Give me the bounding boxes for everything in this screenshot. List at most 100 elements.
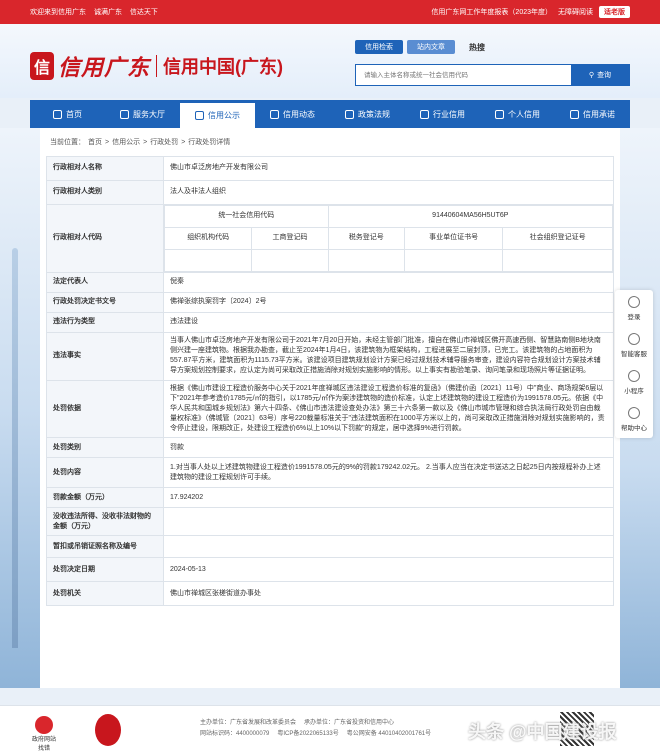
home-icon [53,109,62,119]
footer-sponsor: 主办单位：广东省发展和改革委员会 [200,720,297,726]
field-label: 处罚机关 [46,581,164,607]
breadcrumb-credit-publicity[interactable]: 信用公示 [112,137,140,147]
float-smart-service-label: 智能客服 [621,351,647,358]
background-photo-left [0,128,40,688]
violation-type: 违法建设 [163,312,614,333]
float-help-center[interactable]: 帮助中心 [621,407,647,432]
gov-site-error-link[interactable]: 政府网站 找错 [32,716,56,752]
legal-representative: 倪秦 [163,272,614,293]
nav-credit-commitment-label: 信用承诺 [583,109,615,119]
breadcrumb: 当前位置： 首页 > 信用公示 > 行政处罚 > 行政处罚详情 [46,128,614,156]
top-bar-right: 信用广东网工作年度报表（2023年度） 无障碍阅读 适老版 [431,6,630,18]
nav-personal-credit-label: 个人信用 [508,109,540,119]
footer-icp[interactable]: 粤ICP备2022065133号 [277,729,338,740]
nav-credit-commitment[interactable]: 信用承诺 [555,100,630,128]
float-mini-program[interactable]: 小程序 [624,370,644,395]
search-button[interactable]: ⚲ 查询 [571,65,629,85]
annual-report-link[interactable]: 信用广东网工作年度报表（2023年度） [431,7,552,17]
float-login-label: 登录 [627,314,641,321]
top-bar-left: 欢迎来到信用广东 诚满广东 信达天下 [30,7,164,17]
nav-policy-label: 政策法规 [358,109,390,119]
top-link-1[interactable]: 诚满广东 [94,9,122,16]
tab-site-articles[interactable]: 站内文章 [407,40,455,54]
logo-text-main: 信用广东 [58,55,151,81]
elderly-mode-button[interactable]: 适老版 [599,6,630,18]
header: 信 信用广东 信用中国(广东) [0,24,660,98]
breadcrumb-prefix: 当前位置： [50,139,85,146]
nav-policy[interactable]: 政策法规 [330,100,405,128]
float-login[interactable]: 登录 [628,296,641,321]
search-input[interactable] [356,65,571,85]
table-row: 暂扣或吊销证照名称及编号 [46,535,614,559]
policy-icon [345,109,354,119]
hot-search-label[interactable]: 热搜 [459,40,495,54]
table-row: 违法行为类型 违法建设 [46,312,614,333]
decision-date: 2024-05-13 [163,557,614,583]
site-logo[interactable]: 信 信用广东 信用中国(广东) [30,50,283,82]
help-icon [628,407,640,419]
code-header: 税务登记号 [327,227,405,250]
code-subtable: 统一社会信用代码 91440604MA56H5UT6P 组织机构代码 工商登记码… [163,205,614,272]
subject-type: 法人及非法人组织 [163,180,614,205]
table-row: 罚款金额（万元） 17.924202 [46,487,614,509]
field-label: 处罚依据 [46,379,164,439]
top-bar: 欢迎来到信用广东 诚满广东 信达天下 信用广东网工作年度报表（2023年度） 无… [0,0,660,24]
accessibility-link[interactable]: 无障碍阅读 [558,7,593,17]
table-row: 处罚决定日期 2024-05-13 [46,557,614,583]
code-value [502,249,613,272]
search-button-label: 查询 [597,72,612,79]
mini-program-icon [628,370,640,382]
nav-home-label: 首页 [66,109,82,119]
nav-home[interactable]: 首页 [30,100,105,128]
field-label: 违法行为类型 [46,312,164,333]
breadcrumb-sep: > [143,138,148,146]
penalty-authority: 佛山市禅城区张槎街道办事处 [163,581,614,607]
license-info [163,535,614,559]
gov-site-icon [35,716,53,734]
logo-mark-icon: 信 [30,52,54,80]
penalty-basis: 根据《佛山市建设工程造价服务中心关于2021年度禅城区违法建设工程造价标准的复函… [163,379,614,439]
logo-text-secondary: 信用中国(广东) [163,57,284,77]
footer-police[interactable]: 粤公网安备 44010402001761号 [347,729,431,740]
user-icon [495,109,504,119]
gov-site-sub: 找错 [38,746,51,752]
field-label: 处罚决定日期 [46,557,164,583]
fine-amount: 17.924202 [163,487,614,509]
table-row: 行政相对人代码 统一社会信用代码 91440604MA56H5UT6P 组织机构… [46,204,614,273]
party-org-emblem-icon[interactable] [95,714,121,746]
field-label: 处罚类别 [46,437,164,459]
float-help-center-label: 帮助中心 [621,425,647,432]
code-header: 社会组织登记证号 [502,227,613,250]
nav-credit-publicity[interactable]: 信用公示 [180,100,255,128]
code-value [251,249,329,272]
table-row: 行政处罚决定书文号 佛禅张综执案罚字〔2024〕2号 [46,292,614,313]
code-value [163,249,253,272]
table-row: 处罚类别 罚款 [46,437,614,459]
field-label: 法定代表人 [46,272,164,293]
search-bar: ⚲ 查询 [355,64,630,86]
penalty-content: 1.对当事人处以上述建筑物建设工程造价1991578.05元的9%的罚款1792… [163,457,614,489]
nav-credit-news[interactable]: 信用动态 [255,100,330,128]
table-row: 处罚机关 佛山市禅城区张槎街道办事处 [46,581,614,607]
breadcrumb-admin-penalty[interactable]: 行政处罚 [150,137,178,147]
field-label: 行政处罚决定书文号 [46,292,164,313]
nav-service-hall[interactable]: 服务大厅 [105,100,180,128]
table-row: 没收违法所得、没收非法财物的金额（万元） [46,507,614,537]
table-row: 行政相对人名称 佛山市卓泛房地产开发有限公司 [46,156,614,181]
floating-toolbar: 登录 智能客服 小程序 帮助中心 [615,290,653,438]
uscc-label: 统一社会信用代码 [164,205,329,228]
top-link-2[interactable]: 信达天下 [130,9,158,16]
tab-credit-search[interactable]: 信用检索 [355,40,403,54]
footer-operator: 承办单位：广东省投资和信用中心 [304,720,395,726]
gov-site-label: 政府网站 [32,737,57,743]
tower-image [12,248,18,648]
code-header: 组织机构代码 [163,227,253,250]
field-label: 暂扣或吊销证照名称及编号 [46,535,164,559]
float-smart-service[interactable]: 智能客服 [621,333,647,358]
nav-personal-credit[interactable]: 个人信用 [480,100,555,128]
nav-industry-credit[interactable]: 行业信用 [405,100,480,128]
field-label: 行政相对人代码 [46,204,164,273]
violation-facts: 当事人佛山市卓泛房地产开发有限公司于2021年7月20日开始，未经主管部门批准，… [163,332,614,381]
breadcrumb-home[interactable]: 首页 [88,137,102,147]
float-mini-program-label: 小程序 [624,388,644,395]
